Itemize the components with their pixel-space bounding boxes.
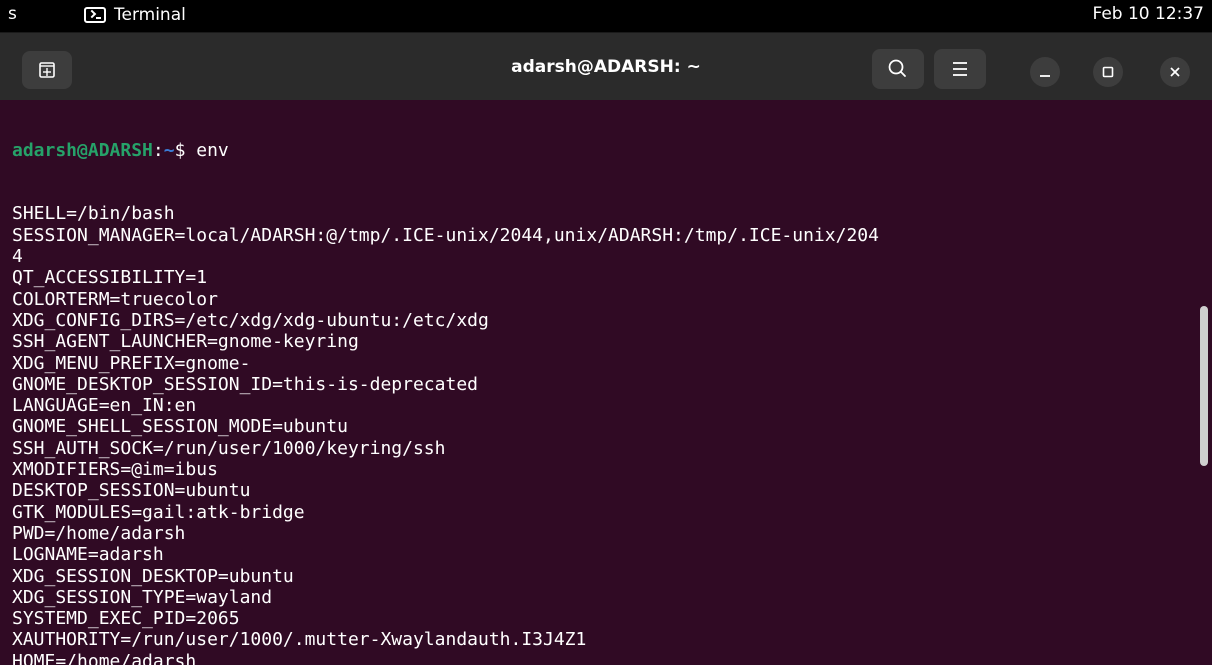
maximize-icon bbox=[1102, 66, 1114, 78]
scrollbar-thumb[interactable] bbox=[1200, 306, 1208, 466]
output-line: SSH_AUTH_SOCK=/run/user/1000/keyring/ssh bbox=[12, 437, 446, 459]
search-icon bbox=[888, 59, 906, 77]
maximize-button[interactable] bbox=[1093, 57, 1123, 87]
output-line: SYSTEMD_EXEC_PID=2065 bbox=[12, 608, 240, 630]
minimize-icon bbox=[1040, 75, 1050, 77]
output-line: XDG_SESSION_DESKTOP=ubuntu bbox=[12, 565, 294, 587]
output-line: COLORTERM=truecolor bbox=[12, 288, 218, 310]
output-line: SHELL=/bin/bash bbox=[12, 203, 175, 225]
output-line: XDG_SESSION_TYPE=wayland bbox=[12, 586, 273, 608]
prompt-user-host: adarsh@ADARSH bbox=[12, 139, 153, 161]
app-name: Terminal bbox=[114, 5, 186, 25]
terminal-lines: adarsh@ADARSH:~$ env SHELL=/bin/bash SESS… bbox=[12, 100, 879, 665]
app-menu[interactable]: Terminal bbox=[84, 3, 186, 27]
output-line: DESKTOP_SESSION=ubuntu bbox=[12, 480, 251, 502]
output-line: XDG_MENU_PREFIX=gnome- bbox=[12, 352, 251, 374]
prompt-path: ~ bbox=[163, 139, 175, 161]
terminal-icon bbox=[84, 7, 106, 23]
prompt-line: adarsh@ADARSH:~$ env bbox=[12, 140, 879, 161]
output-line: XDG_CONFIG_DIRS=/etc/xdg/xdg-ubuntu:/etc… bbox=[12, 309, 489, 331]
hamburger-menu-icon bbox=[953, 62, 967, 76]
output-line: GNOME_DESKTOP_SESSION_ID=this-is-depreca… bbox=[12, 373, 478, 395]
close-button[interactable] bbox=[1160, 57, 1190, 87]
minimize-button[interactable] bbox=[1030, 57, 1060, 87]
prompt-separator: : bbox=[152, 139, 164, 161]
menu-button[interactable] bbox=[934, 49, 986, 89]
output-line: XAUTHORITY=/run/user/1000/.mutter-Xwayla… bbox=[12, 629, 587, 651]
window-header-bar: adarsh@ADARSH: ~ bbox=[0, 32, 1212, 100]
output-line: SSH_AGENT_LAUNCHER=gnome-keyring bbox=[12, 331, 359, 353]
system-top-bar: s Terminal Feb 10 12:37 bbox=[0, 0, 1212, 32]
output-line: SESSION_MANAGER=local/ADARSH:@/tmp/.ICE-… bbox=[12, 224, 879, 246]
output-line: LANGUAGE=en_IN:en bbox=[12, 395, 197, 417]
output-line: GTK_MODULES=gail:atk-bridge bbox=[12, 501, 305, 523]
output-line: PWD=/home/adarsh bbox=[12, 522, 186, 544]
output-line: HOME=/home/adarsh bbox=[12, 650, 197, 665]
output-line: LOGNAME=adarsh bbox=[12, 544, 164, 566]
clock[interactable]: Feb 10 12:37 bbox=[1092, 4, 1204, 24]
prompt-symbol: $ bbox=[174, 139, 186, 161]
close-icon bbox=[1170, 67, 1180, 77]
search-button[interactable] bbox=[872, 49, 924, 89]
output-line: GNOME_SHELL_SESSION_MODE=ubuntu bbox=[12, 416, 348, 438]
output-line: 4 bbox=[12, 246, 23, 268]
prompt-command: env bbox=[185, 139, 229, 161]
terminal-output-area[interactable]: adarsh@ADARSH:~$ env SHELL=/bin/bash SESS… bbox=[0, 100, 1212, 665]
output-line: QT_ACCESSIBILITY=1 bbox=[12, 267, 208, 289]
output-line: XMODIFIERS=@im=ibus bbox=[12, 459, 218, 481]
activities-button[interactable]: s bbox=[8, 4, 17, 24]
